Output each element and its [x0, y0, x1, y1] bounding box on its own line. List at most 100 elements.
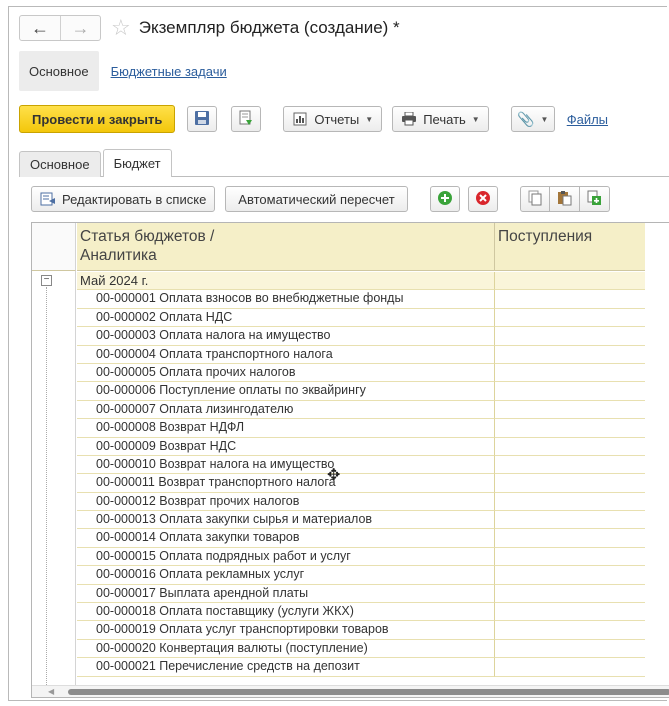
save-icon [194, 110, 210, 129]
save-button[interactable] [187, 106, 218, 132]
table-row[interactable]: 00-000009 Возврат НДС [32, 437, 645, 456]
budget-item-cell: 00-000018 Оплата поставщику (услуги ЖКХ) [77, 603, 495, 622]
table-row[interactable]: 00-000008 Возврат НДФЛ [32, 419, 645, 438]
table-row[interactable]: 00-000020 Конвертация валюты (поступлени… [32, 639, 645, 659]
receipts-cell[interactable] [495, 511, 645, 530]
receipts-cell[interactable] [495, 346, 645, 364]
budget-item-cell: 00-000003 Оплата налога на имущество [77, 327, 495, 346]
receipts-cell[interactable] [495, 585, 645, 604]
table-row[interactable]: 00-000016 Оплата рекламных услуг [32, 566, 645, 585]
column-header-receipts-label: Поступления [498, 228, 593, 245]
receipts-cell[interactable] [495, 658, 645, 677]
add-row-button[interactable] [429, 186, 460, 212]
paste-button[interactable] [549, 186, 580, 212]
table-row[interactable]: 00-000017 Выплата арендной платы [32, 584, 645, 604]
table-row[interactable]: 00-000014 Оплата закупки товаров [32, 529, 645, 548]
print-button[interactable]: Печать ▼ [392, 106, 489, 132]
table-row[interactable]: 00-000007 Оплата лизингодателю [32, 400, 645, 420]
receipts-cell[interactable] [495, 566, 645, 585]
section-main[interactable]: Основное [19, 51, 99, 91]
post-document-icon [238, 110, 254, 129]
receipts-cell[interactable] [495, 621, 645, 640]
table-toolbar: Редактировать в списке Автоматический пе… [31, 185, 610, 213]
budget-item-cell: 00-000011 Возврат транспортного налога [77, 474, 495, 493]
table-row[interactable]: 00-000001 Оплата взносов во внебюджетные… [32, 290, 645, 309]
table-row[interactable]: 00-000003 Оплата налога на имущество [32, 327, 645, 346]
budget-item-cell: 00-000010 Возврат налога на имущество [77, 455, 495, 475]
budget-item-cell: 00-000015 Оплата подрядных работ и услуг [77, 547, 495, 567]
table-row[interactable]: 00-000013 Оплата закупки сырья и материа… [32, 511, 645, 530]
print-label: Печать [423, 111, 466, 127]
collapse-icon[interactable]: − [41, 275, 52, 286]
receipts-cell[interactable] [495, 309, 645, 328]
receipts-cell[interactable] [495, 419, 645, 438]
tab-main[interactable]: Основное [19, 151, 101, 177]
receipts-cell[interactable] [495, 364, 645, 383]
receipts-cell[interactable] [495, 640, 645, 659]
table-row[interactable]: 00-000005 Оплата прочих налогов [32, 363, 645, 383]
post-and-close-button[interactable]: Провести и закрыть [19, 105, 176, 133]
paste-add-button[interactable] [579, 186, 610, 212]
table-row[interactable]: 00-000004 Оплата транспортного налога [32, 345, 645, 364]
receipts-cell[interactable] [495, 438, 645, 456]
edit-in-list-button[interactable]: Редактировать в списке [31, 186, 216, 212]
column-header-receipts[interactable]: Поступления [495, 223, 645, 271]
horizontal-scrollbar[interactable]: ◀ [32, 685, 669, 697]
title-bar: ← → ☆ Экземпляр бюджета (создание) * [19, 11, 400, 45]
budget-item-cell: 00-000007 Оплата лизингодателю [77, 400, 495, 420]
auto-recalc-button[interactable]: Автоматический пересчет [225, 186, 408, 212]
table-row-group[interactable]: − Май 2024 г. [32, 272, 645, 291]
column-header-budget-item[interactable]: Статья бюджетов / Аналитика [77, 223, 495, 271]
back-button[interactable]: ← [20, 16, 60, 40]
table-row[interactable]: 00-000002 Оплата НДС [32, 308, 645, 328]
column-header-line1: Статья бюджетов / [80, 228, 215, 245]
scrollbar-thumb[interactable] [68, 689, 669, 695]
receipts-cell[interactable] [495, 290, 645, 309]
budget-item-cell: 00-000017 Выплата арендной платы [77, 584, 495, 604]
delete-row-button[interactable] [467, 186, 498, 212]
budget-item-cell: 00-000009 Возврат НДС [77, 437, 495, 456]
star-icon[interactable]: ☆ [111, 17, 131, 39]
tab-budget[interactable]: Бюджет [102, 149, 172, 177]
table-row[interactable]: 00-000015 Оплата подрядных работ и услуг [32, 547, 645, 567]
reports-button[interactable]: Отчеты ▼ [283, 106, 383, 132]
copy-button[interactable] [519, 186, 550, 212]
receipts-cell[interactable] [495, 493, 645, 512]
budget-item-cell: 00-000004 Оплата транспортного налога [77, 345, 495, 364]
budget-item-cell: 00-000014 Оплата закупки товаров [77, 529, 495, 548]
report-icon [292, 111, 308, 127]
receipts-cell[interactable] [495, 529, 645, 548]
budget-item-cell: 00-000020 Конвертация валюты (поступлени… [77, 639, 495, 659]
receipts-cell[interactable] [495, 548, 645, 567]
table-row[interactable]: 00-000021 Перечисление средств на депози… [32, 658, 645, 677]
table-row[interactable]: 00-000012 Возврат прочих налогов [32, 492, 645, 512]
reports-label: Отчеты [314, 111, 360, 127]
attach-button[interactable]: 📎 ▼ [510, 106, 555, 132]
paperclip-icon: 📎 [517, 110, 535, 127]
receipts-cell[interactable] [495, 382, 645, 401]
section-bar: Основное Бюджетные задачи [19, 51, 227, 91]
forward-button[interactable]: → [60, 16, 100, 40]
scroll-left-icon[interactable]: ◀ [48, 686, 54, 697]
post-button[interactable] [231, 106, 262, 132]
table-row[interactable]: 00-000006 Поступление оплаты по эквайрин… [32, 382, 645, 401]
chevron-down-icon: ▼ [540, 114, 549, 124]
budget-item-cell: 00-000021 Перечисление средств на депози… [77, 658, 495, 677]
chevron-down-icon: ▼ [471, 114, 480, 124]
table-row[interactable]: 00-000019 Оплата услуг транспортировки т… [32, 621, 645, 640]
section-budget-tasks-link[interactable]: Бюджетные задачи [111, 64, 227, 79]
copy-icon [527, 190, 543, 209]
budget-item-cell: 00-000005 Оплата прочих налогов [77, 363, 495, 383]
receipts-cell[interactable] [495, 401, 645, 420]
budget-item-cell: 00-000019 Оплата услуг транспортировки т… [77, 621, 495, 640]
group-receipts-cell[interactable] [495, 272, 645, 291]
receipts-cell[interactable] [495, 603, 645, 622]
files-link[interactable]: Файлы [567, 112, 608, 127]
resize-cursor-icon: ✥ [327, 467, 341, 484]
receipts-cell[interactable] [495, 327, 645, 346]
receipts-cell[interactable] [495, 456, 645, 475]
table-row[interactable]: 00-000018 Оплата поставщику (услуги ЖКХ) [32, 603, 645, 622]
receipts-cell[interactable] [495, 474, 645, 493]
chevron-down-icon: ▼ [365, 114, 374, 124]
printer-icon [401, 111, 417, 127]
